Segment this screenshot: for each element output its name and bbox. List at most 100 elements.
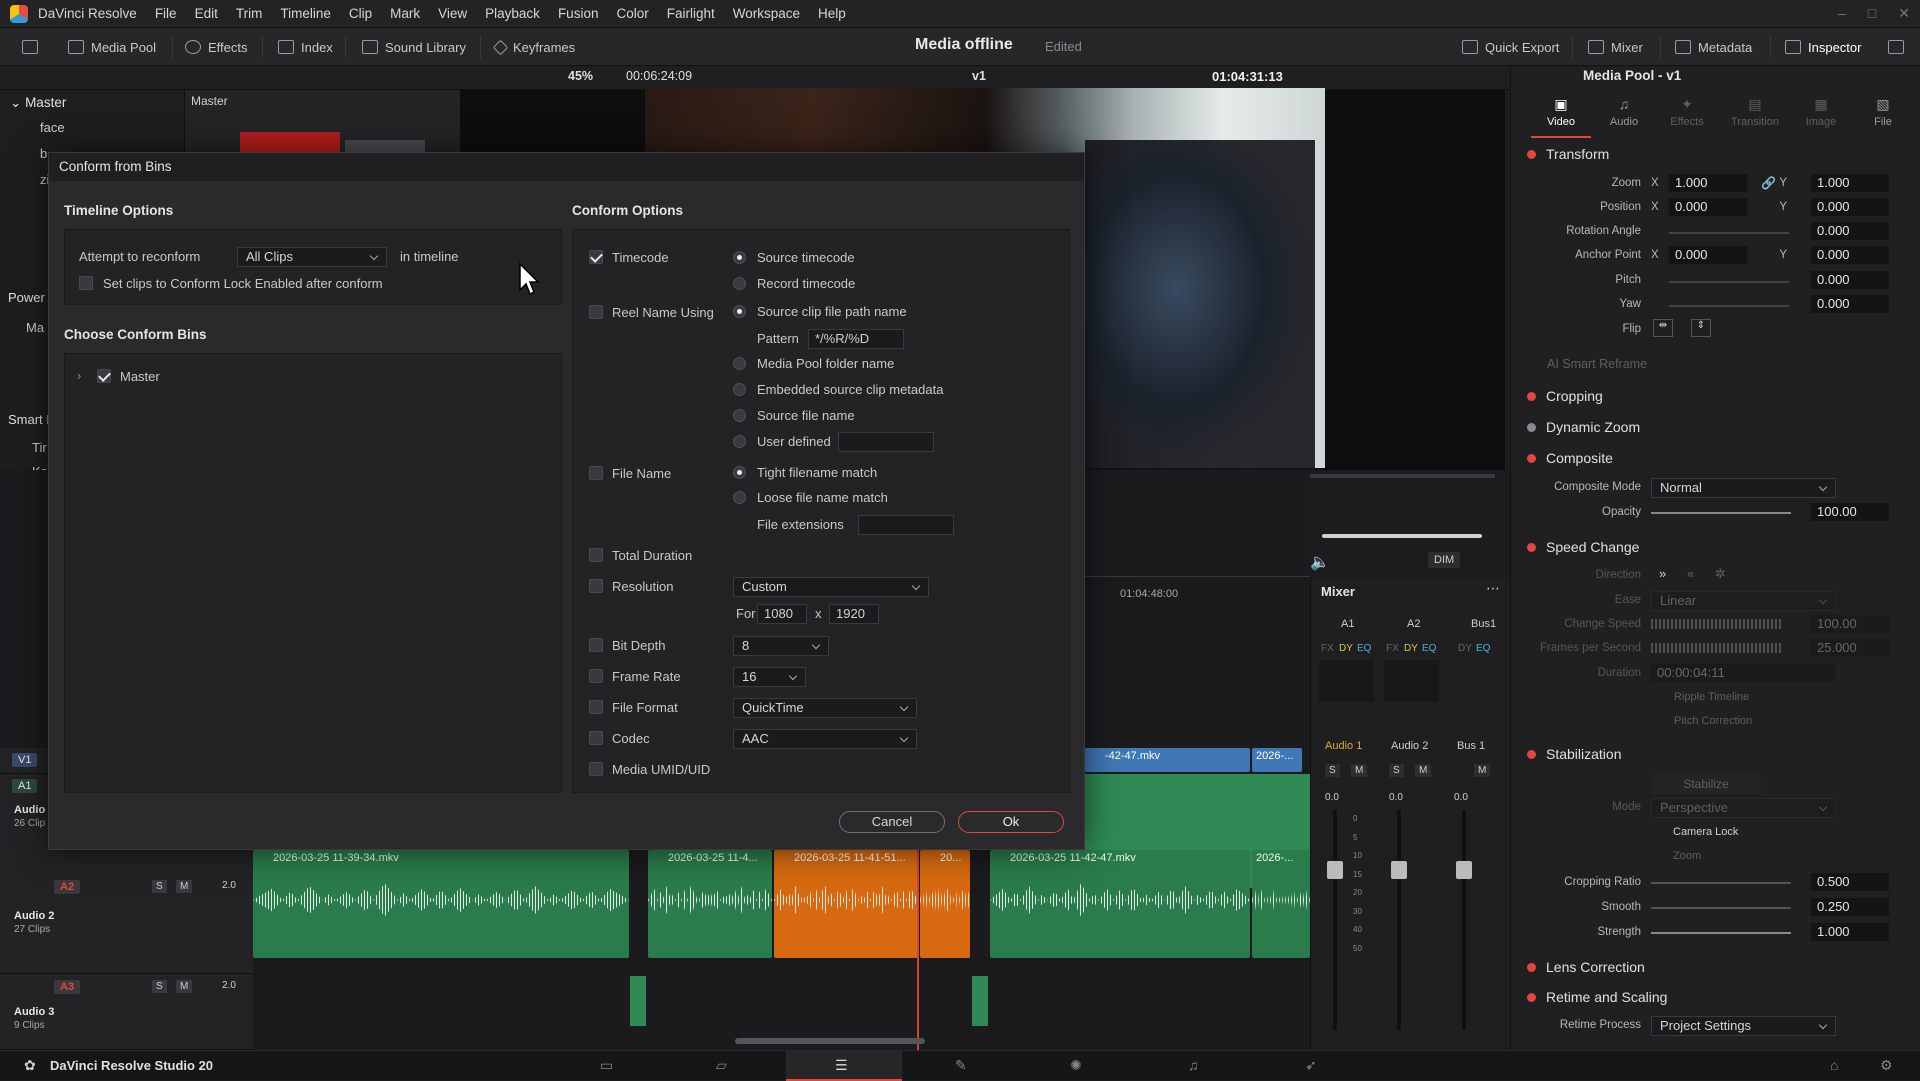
mute-button[interactable]: M — [1415, 764, 1432, 777]
user-defined-input[interactable] — [838, 432, 934, 452]
quick-export-button[interactable]: Quick Export — [1462, 28, 1559, 66]
enable-dot[interactable] — [1527, 392, 1536, 401]
cut-page-icon[interactable]: ▱ — [716, 1057, 727, 1074]
tab-transition[interactable]: ▤ Transition — [1721, 96, 1789, 128]
rotation-field[interactable]: 0.000 — [1811, 222, 1889, 240]
menu-help[interactable]: Help — [818, 6, 846, 21]
solo-button[interactable]: S — [1389, 764, 1404, 777]
file-name-checkbox[interactable] — [589, 466, 603, 480]
cropping-ratio-field[interactable]: 0.500 — [1811, 873, 1889, 891]
flip-vertical-icon[interactable]: ⇕ — [1691, 319, 1711, 337]
metadata-button[interactable]: Metadata — [1675, 28, 1752, 66]
fullscreen-icon[interactable] — [1888, 40, 1904, 54]
smart-bin-item[interactable]: Tir — [32, 440, 47, 455]
change-speed-field[interactable]: 100.00 — [1811, 615, 1889, 633]
tab-effects[interactable]: ✦ Effects — [1657, 96, 1717, 128]
zoom-x-field[interactable]: 1.000 — [1669, 174, 1747, 192]
ruler[interactable] — [1085, 576, 1310, 577]
embedded-metadata-radio[interactable] — [733, 383, 746, 396]
record-timecode-radio[interactable] — [733, 277, 746, 290]
enable-dot[interactable] — [1527, 454, 1536, 463]
media-pool-button[interactable]: Media Pool — [68, 28, 156, 66]
yaw-field[interactable]: 0.000 — [1811, 295, 1889, 313]
audio-clip-selected[interactable]: 20... — [920, 850, 970, 958]
file-format-checkbox[interactable] — [589, 700, 603, 714]
fps-field[interactable]: 25.000 — [1811, 639, 1889, 657]
solo-button[interactable]: S — [152, 880, 167, 893]
expand-chevron-icon[interactable]: › — [77, 368, 81, 383]
file-format-select[interactable]: QuickTime — [733, 698, 917, 718]
dy-button[interactable]: DY — [1458, 643, 1472, 654]
yaw-slider[interactable] — [1669, 305, 1789, 307]
speaker-icon[interactable]: 🔈 — [1310, 552, 1330, 572]
solo-button[interactable]: S — [152, 980, 167, 993]
file-extensions-input[interactable] — [858, 515, 954, 535]
a3-label[interactable]: A3 — [54, 980, 81, 994]
pan-control[interactable] — [1319, 660, 1374, 702]
tab-audio[interactable]: ♫ Audio — [1594, 96, 1654, 128]
enable-dot[interactable] — [1527, 963, 1536, 972]
minimize-icon[interactable]: – — [1838, 5, 1846, 22]
tab-video[interactable]: ▣ Video — [1531, 96, 1591, 128]
rotation-slider[interactable] — [1669, 232, 1789, 234]
reel-name-checkbox[interactable] — [589, 305, 603, 319]
eq-button[interactable]: EQ — [1476, 643, 1490, 654]
a2-label[interactable]: A2 — [54, 880, 81, 894]
bit-depth-checkbox[interactable] — [589, 638, 603, 652]
close-icon[interactable]: ✕ — [1898, 5, 1910, 22]
eq-button[interactable]: EQ — [1422, 643, 1436, 654]
volume-slider[interactable] — [1322, 534, 1482, 538]
dy-button[interactable]: DY — [1404, 643, 1418, 654]
menu-view[interactable]: View — [438, 6, 467, 21]
mute-button[interactable]: M — [176, 980, 193, 993]
audio-clip[interactable]: 2026-... — [1252, 850, 1310, 958]
audio-clip-selected[interactable]: 2026-03-25 11-41-51... — [774, 850, 918, 958]
enable-dot[interactable] — [1527, 750, 1536, 759]
solo-button[interactable]: S — [1325, 764, 1340, 777]
fps-slider[interactable] — [1651, 643, 1781, 653]
v1-label[interactable]: V1 — [12, 753, 38, 767]
enable-dot[interactable] — [1527, 543, 1536, 552]
tab-file[interactable]: ▧ File — [1853, 96, 1913, 128]
bin-master[interactable]: ⌄ Master — [10, 95, 66, 111]
audio-clip[interactable] — [630, 976, 646, 1026]
menu-trim[interactable]: Trim — [236, 6, 263, 21]
mixer-button[interactable]: Mixer — [1588, 28, 1643, 66]
media-umid-checkbox[interactable] — [589, 762, 603, 776]
mode-select[interactable]: Perspective — [1651, 798, 1836, 818]
change-speed-slider[interactable] — [1651, 619, 1781, 629]
settings-gear-icon[interactable]: ⚙ — [1880, 1057, 1893, 1074]
source-timecode-radio[interactable] — [733, 251, 746, 264]
fader-knob[interactable] — [1391, 861, 1407, 879]
cropping-ratio-slider[interactable] — [1651, 882, 1791, 884]
menu-fusion[interactable]: Fusion — [558, 6, 599, 21]
forward-icon[interactable]: » — [1659, 566, 1666, 581]
a1-label[interactable]: A1 — [12, 779, 38, 793]
resolution-height-input[interactable]: 1920 — [829, 604, 879, 624]
pattern-input[interactable]: */%R/%D — [808, 329, 904, 349]
ease-select[interactable]: Linear — [1651, 591, 1836, 611]
fader-knob[interactable] — [1456, 861, 1472, 879]
fairlight-page-icon[interactable]: ♫ — [1188, 1057, 1199, 1073]
menu-workspace[interactable]: Workspace — [733, 6, 800, 21]
maximize-icon[interactable]: □ — [1868, 5, 1876, 22]
menu-playback[interactable]: Playback — [485, 6, 540, 21]
menu-color[interactable]: Color — [616, 6, 648, 21]
smooth-slider[interactable] — [1651, 907, 1791, 909]
resolution-checkbox[interactable] — [589, 579, 603, 593]
power-bin-item[interactable]: Ma — [26, 320, 44, 335]
speed-change-section[interactable]: Speed Change — [1527, 539, 1639, 555]
smooth-field[interactable]: 0.250 — [1811, 898, 1889, 916]
menu-file[interactable]: File — [155, 6, 177, 21]
video-clip[interactable]: 2026-... — [1252, 748, 1302, 772]
position-x-field[interactable]: 0.000 — [1669, 198, 1747, 216]
pan-control[interactable] — [1384, 660, 1439, 702]
deliver-page-icon[interactable]: ➶ — [1305, 1057, 1317, 1074]
strength-slider[interactable] — [1651, 932, 1791, 934]
color-page-icon[interactable]: ✺ — [1070, 1057, 1082, 1074]
dialog-titlebar[interactable]: Conform from Bins — [49, 153, 1084, 181]
menu-fairlight[interactable]: Fairlight — [667, 6, 715, 21]
source-file-name-radio[interactable] — [733, 409, 746, 422]
opacity-slider[interactable] — [1651, 512, 1791, 514]
menu-clip[interactable]: Clip — [349, 6, 372, 21]
